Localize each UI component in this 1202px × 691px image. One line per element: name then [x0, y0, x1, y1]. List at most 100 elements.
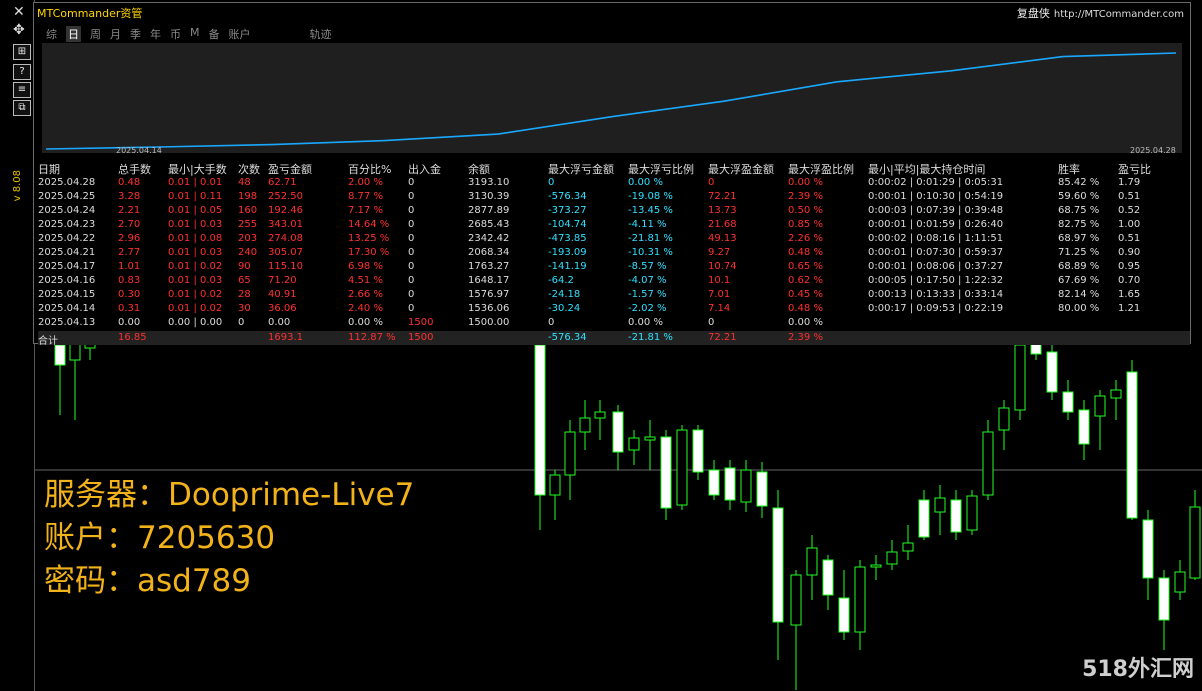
total-cell: 1693.1	[268, 332, 303, 343]
candle	[54, 340, 66, 415]
candle	[534, 330, 546, 530]
table-cell: 2.77	[118, 247, 141, 258]
table-cell: 36.06	[268, 303, 297, 314]
tab-track[interactable]: 轨迹	[310, 26, 332, 42]
col-header: 盈亏金额	[268, 163, 312, 176]
table-cell: 2.39 %	[788, 191, 823, 202]
tab-9[interactable]: 账户	[229, 26, 251, 42]
table-cell: 1576.97	[468, 289, 510, 300]
move-icon[interactable]: ✥	[13, 22, 25, 38]
tab-6[interactable]: 币	[170, 26, 181, 42]
candle	[1062, 380, 1074, 420]
equity-start-date: 2025.04.14	[116, 146, 162, 155]
tab-1[interactable]: 日	[66, 26, 81, 42]
tab-3[interactable]: 月	[110, 26, 121, 42]
table-cell: 2025.04.15	[38, 289, 96, 300]
help-icon[interactable]: ?	[13, 64, 31, 80]
candle	[1189, 490, 1201, 580]
table-cell: 2.66 %	[348, 289, 383, 300]
candle	[982, 420, 994, 500]
tab-0[interactable]: 综	[46, 26, 57, 42]
table-cell: 1763.27	[468, 261, 510, 272]
table-cell: -24.18	[548, 289, 581, 300]
tab-8[interactable]: 备	[209, 26, 220, 42]
col-header: 出入金	[408, 163, 441, 176]
account-text: 账户：7205630	[44, 520, 276, 556]
candle	[628, 430, 640, 465]
candle	[579, 400, 591, 450]
table-cell: 1.00	[1118, 219, 1141, 230]
table-cell: 3130.39	[468, 191, 510, 202]
candle	[564, 420, 576, 500]
table-cell: -19.08 %	[628, 191, 673, 202]
col-header: 总手数	[118, 163, 151, 176]
period-tabs: 综日周月季年币 M 备账户 轨迹	[46, 26, 341, 42]
table-cell: 82.75 %	[1058, 219, 1100, 230]
table-cell: 2342.42	[468, 233, 510, 244]
tab-5[interactable]: 年	[150, 26, 161, 42]
col-header: 次数	[238, 163, 260, 176]
version-label: v 8.08	[12, 170, 23, 202]
total-cell: 合计	[38, 336, 58, 347]
panel-brand: 复盘侠 http://MTCommander.com	[1017, 5, 1184, 21]
total-cell: -21.81 %	[628, 332, 673, 343]
col-header: 最大浮盈金额	[708, 163, 774, 176]
table-cell: 115.10	[268, 261, 303, 272]
candle	[918, 490, 930, 540]
candle	[708, 460, 720, 500]
table-cell: -8.57 %	[628, 261, 667, 272]
candle	[549, 470, 561, 520]
table-cell: -373.27	[548, 205, 587, 216]
candle	[854, 560, 866, 650]
col-header: 最小|大手数	[168, 163, 227, 176]
table-cell: 13.73	[708, 205, 737, 216]
table-cell: 0:00:01 | 0:07:30 | 0:59:37	[868, 247, 1004, 258]
table-cell: 203	[238, 233, 258, 244]
table-cell: 71.25 %	[1058, 247, 1100, 258]
candle	[1046, 340, 1058, 400]
table-cell: 21.68	[708, 219, 737, 230]
table-cell: 0.00 | 0.00	[168, 317, 223, 328]
table-cell: 1.01	[118, 261, 141, 272]
list-icon[interactable]: ≡	[13, 82, 31, 98]
window-icon[interactable]: ⧉	[13, 100, 31, 116]
table-cell: 0	[408, 261, 415, 272]
table-cell: 2.26 %	[788, 233, 823, 244]
table-cell: 0	[408, 205, 415, 216]
left-toolbar: ✕ ✥ ⊞ ? ≡ ⧉ v 8.08	[0, 0, 35, 691]
brand-name: 复盘侠	[1016, 7, 1050, 20]
candle	[772, 490, 784, 660]
table-cell: 0.30	[118, 289, 141, 300]
table-cell: 0.45 %	[788, 289, 823, 300]
table-cell: 0:00:03 | 0:07:39 | 0:39:48	[868, 205, 1004, 216]
tab-7[interactable]: M	[190, 26, 200, 42]
table-cell: 0.52	[1118, 205, 1141, 216]
table-cell: 0.00 %	[788, 177, 823, 188]
table-cell: 0:00:02 | 0:08:16 | 1:11:51	[868, 233, 1004, 244]
table-cell: 2025.04.22	[38, 233, 96, 244]
table-cell: 68.97 %	[1058, 233, 1100, 244]
table-cell: 2025.04.16	[38, 275, 96, 286]
tab-4[interactable]: 季	[130, 26, 141, 42]
table-cell: 2025.04.28	[38, 177, 96, 188]
table-cell: 82.14 %	[1058, 289, 1100, 300]
tab-2[interactable]: 周	[90, 26, 101, 42]
table-cell: 0.01 | 0.03	[168, 219, 223, 230]
table-cell: 65	[238, 275, 251, 286]
table-cell: 0:00:01 | 0:10:30 | 0:54:19	[868, 191, 1004, 202]
table-cell: -21.81 %	[628, 233, 673, 244]
col-header: 最大浮盈比例	[788, 163, 854, 176]
brand-url[interactable]: http://MTCommander.com	[1054, 9, 1184, 20]
settings-icon[interactable]: ⊞	[13, 44, 31, 60]
table-cell: 1500	[408, 317, 434, 328]
table-cell: 49.13	[708, 233, 737, 244]
table-cell: 68.89 %	[1058, 261, 1100, 272]
table-cell: 0	[408, 177, 415, 188]
total-cell: 1500	[408, 332, 434, 343]
table-cell: 28	[238, 289, 251, 300]
close-icon[interactable]: ✕	[13, 4, 25, 20]
table-cell: 10.74	[708, 261, 737, 272]
table-cell: 2.00 %	[348, 177, 383, 188]
table-cell: 0:00:13 | 0:13:33 | 0:33:14	[868, 289, 1004, 300]
table-cell: 67.69 %	[1058, 275, 1100, 286]
